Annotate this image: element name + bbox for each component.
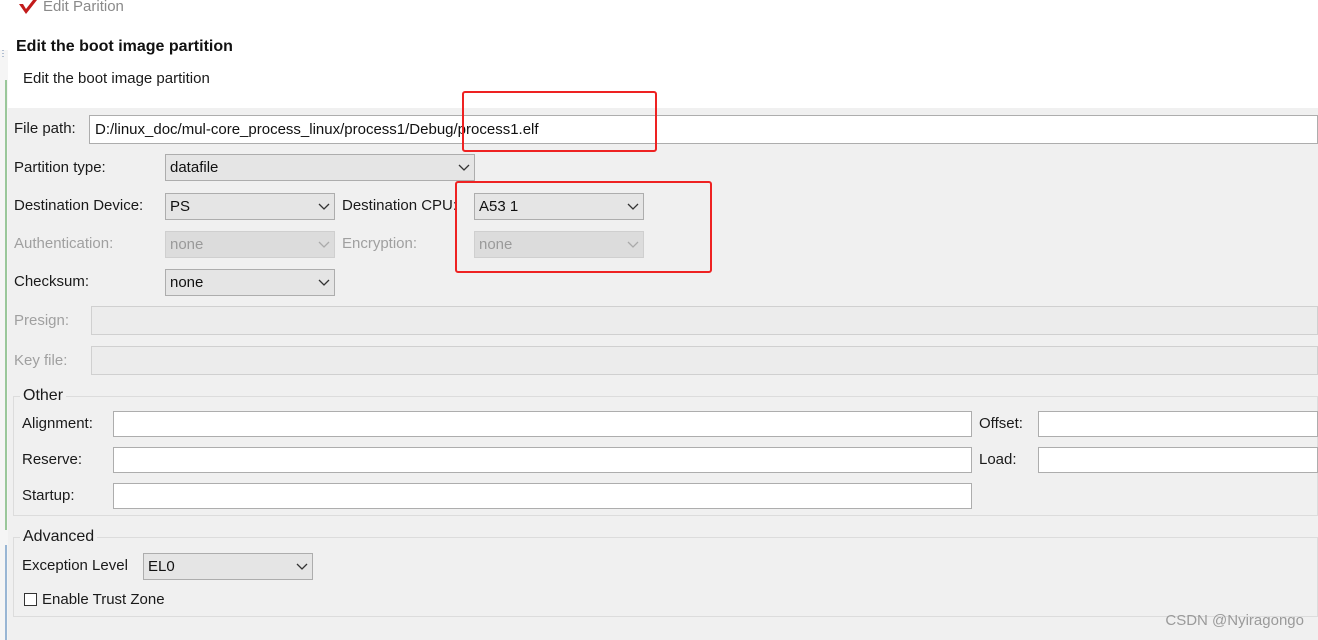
trust-zone-checkbox[interactable]: [24, 593, 37, 606]
authentication-label: Authentication:: [14, 235, 114, 252]
chevron-down-icon: [296, 563, 308, 570]
window-title: Edit Parition: [43, 0, 124, 15]
destination-device-value: PS: [170, 198, 191, 215]
chevron-down-icon: [627, 241, 639, 248]
key-file-label: Key file:: [14, 352, 68, 369]
reserve-input[interactable]: [113, 447, 972, 473]
file-path-label: File path:: [14, 120, 76, 137]
alignment-input[interactable]: [113, 411, 972, 437]
checksum-label: Checksum:: [14, 273, 90, 290]
exception-level-label: Exception Level: [22, 557, 128, 574]
destination-device-label: Destination Device:: [14, 197, 144, 214]
presign-label: Presign:: [14, 312, 70, 329]
reserve-label: Reserve:: [22, 451, 83, 468]
destination-cpu-value: A53 1: [479, 198, 519, 215]
trust-zone-label: Enable Trust Zone: [42, 591, 165, 608]
xilinx-logo-icon: [19, 0, 37, 14]
watermark: CSDN @Nyiragongo: [1165, 612, 1304, 629]
destination-cpu-select[interactable]: A53 1: [474, 193, 644, 220]
startup-label: Startup:: [22, 487, 75, 504]
checksum-select[interactable]: none: [165, 269, 335, 296]
other-group-title: Other: [20, 387, 67, 405]
checksum-value: none: [170, 274, 204, 291]
left-window-edge: [0, 50, 8, 640]
encryption-value: none: [479, 236, 513, 253]
encryption-select: none: [474, 231, 644, 258]
authentication-value: none: [170, 236, 204, 253]
key-file-input: [91, 346, 1318, 375]
chevron-down-icon: [318, 241, 330, 248]
encryption-label: Encryption:: [342, 235, 418, 252]
partition-type-value: datafile: [170, 159, 219, 176]
partition-type-select[interactable]: datafile: [165, 154, 475, 181]
offset-label: Offset:: [979, 415, 1023, 432]
exception-level-select[interactable]: EL0: [143, 553, 313, 580]
dialog-title: Edit the boot image partition: [16, 38, 233, 55]
exception-level-value: EL0: [148, 558, 175, 575]
startup-input[interactable]: [113, 483, 972, 509]
presign-input: [91, 306, 1318, 335]
offset-input[interactable]: [1038, 411, 1318, 437]
authentication-select: none: [165, 231, 335, 258]
dialog-header: [0, 20, 1318, 108]
chevron-down-icon: [318, 279, 330, 286]
destination-cpu-label: Destination CPU:: [342, 197, 458, 214]
chevron-down-icon: [318, 203, 330, 210]
title-bar: [0, 0, 1318, 20]
chevron-down-icon: [458, 164, 470, 171]
load-input[interactable]: [1038, 447, 1318, 473]
chevron-down-icon: [627, 203, 639, 210]
file-path-input[interactable]: D:/linux_doc/mul-core_process_linux/proc…: [89, 115, 1318, 144]
destination-device-select[interactable]: PS: [165, 193, 335, 220]
load-label: Load:: [979, 451, 1017, 468]
dialog-description: Edit the boot image partition: [23, 70, 210, 87]
partition-type-label: Partition type:: [14, 159, 106, 176]
alignment-label: Alignment:: [22, 415, 93, 432]
advanced-group-title: Advanced: [20, 528, 98, 546]
